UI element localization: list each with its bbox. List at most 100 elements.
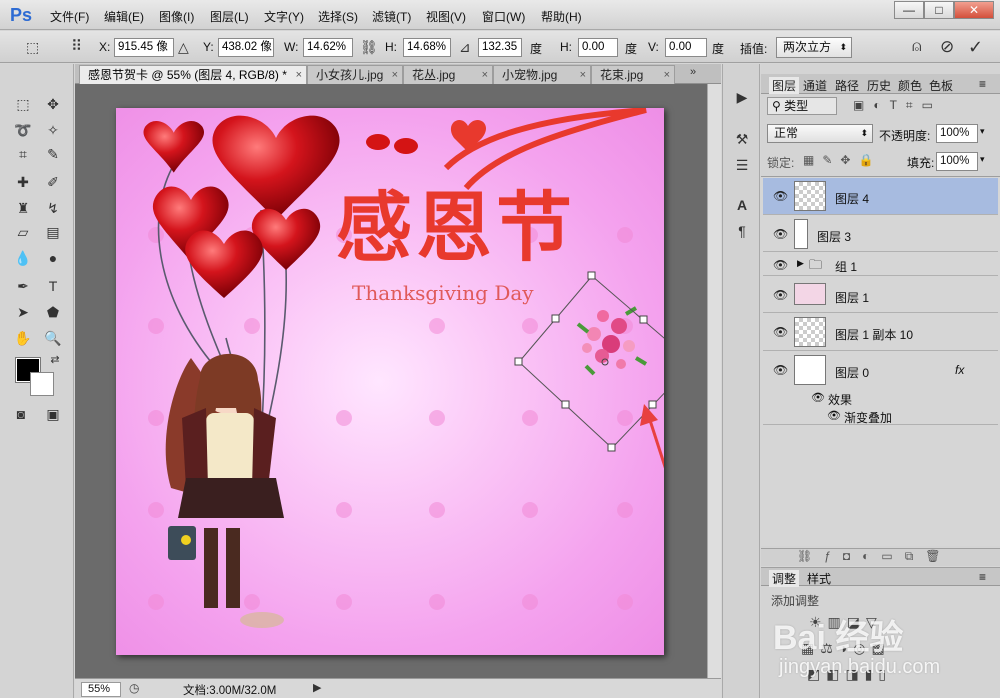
fill-field[interactable]: 100% xyxy=(936,152,978,171)
lock-icons[interactable]: ▦✎✥🔒 xyxy=(803,153,881,167)
brush-settings-icon[interactable]: ☰ xyxy=(731,154,753,176)
eraser-icon[interactable]: ▱ xyxy=(12,222,34,242)
healing-brush-icon[interactable]: ✚ xyxy=(12,172,34,192)
pen-tool-icon[interactable]: ✒ xyxy=(12,276,34,296)
menu-select[interactable]: 选择(S) xyxy=(318,8,358,25)
status-menu-arrow-icon[interactable]: ▶ xyxy=(313,681,321,694)
eye-icon[interactable]: 👁 xyxy=(811,391,825,404)
play-actions-icon[interactable]: ▶ xyxy=(731,86,753,108)
zoom-level[interactable]: 55% xyxy=(81,682,121,697)
magic-wand-icon[interactable]: ✧ xyxy=(42,120,64,140)
cancel-transform-icon[interactable]: ⊘ xyxy=(940,38,954,55)
marquee-tool-icon[interactable]: ⬚ xyxy=(12,94,34,114)
layer-row[interactable]: 👁 图层 4 xyxy=(763,178,998,215)
eye-icon[interactable]: 👁 xyxy=(773,227,788,241)
tab-styles[interactable]: 样式 xyxy=(807,570,831,587)
x-field[interactable]: 915.45 像 xyxy=(114,38,174,57)
eye-icon[interactable]: 👁 xyxy=(773,288,788,302)
close-button[interactable]: ✕ xyxy=(954,1,994,19)
reference-point-icon[interactable]: ⠿ xyxy=(71,39,82,55)
adjustment-icons[interactable]: ☀▥◪▽ xyxy=(809,614,883,631)
h-field[interactable]: 14.68% xyxy=(403,38,451,57)
eye-icon[interactable]: 👁 xyxy=(773,258,788,272)
doc-tab[interactable]: 花束.jpg × xyxy=(591,65,675,84)
layer-row[interactable]: 👁 ▶ 🗀 组 1 xyxy=(763,253,998,276)
layers-footer-icons[interactable]: ⛓ƒ◘◐▭⧉🗑 xyxy=(761,548,1000,566)
tab-history[interactable]: 历史 xyxy=(867,77,891,94)
angle-field[interactable]: 132.35 xyxy=(478,38,522,57)
dodge-tool-icon[interactable]: ● xyxy=(42,248,64,268)
tab-channels[interactable]: 通道 xyxy=(803,77,827,94)
menu-help[interactable]: 帮助(H) xyxy=(541,8,582,25)
chevron-down-icon[interactable]: ▾ xyxy=(980,126,985,137)
zoom-tool-icon[interactable]: 🔍 xyxy=(42,328,64,348)
hskew-field[interactable]: 0.00 xyxy=(578,38,618,57)
path-selection-icon[interactable]: ➤ xyxy=(12,302,34,322)
status-info-icon[interactable]: ◷ xyxy=(129,681,139,695)
minimize-button[interactable]: — xyxy=(894,1,924,19)
layer-row[interactable]: 👁 图层 1 副本 10 xyxy=(763,314,998,351)
menu-type[interactable]: 文字(Y) xyxy=(264,8,304,25)
close-tab-icon[interactable]: × xyxy=(392,66,398,84)
blend-mode-dropdown[interactable]: 正常 ⬍ xyxy=(767,124,873,143)
close-tab-icon[interactable]: × xyxy=(664,66,670,84)
menu-window[interactable]: 窗口(W) xyxy=(482,8,525,25)
canvas[interactable]: 感恩节 Thanksgiving Day xyxy=(116,108,664,655)
type-tool-icon[interactable]: T xyxy=(42,276,64,296)
transform-tool-icon[interactable]: ⬚ xyxy=(26,39,39,55)
menu-edit[interactable]: 编辑(E) xyxy=(104,8,144,25)
tab-layers[interactable]: 图层 xyxy=(769,77,800,94)
close-tab-icon[interactable]: × xyxy=(482,66,488,84)
commit-transform-icon[interactable]: ✓ xyxy=(968,38,983,56)
maximize-button[interactable]: □ xyxy=(924,1,954,19)
y-field[interactable]: 438.02 像 xyxy=(218,38,274,57)
layer-fx-badge[interactable]: fx xyxy=(955,363,964,377)
layer-row[interactable]: 👁 图层 3 xyxy=(763,216,998,252)
tab-paths[interactable]: 路径 xyxy=(835,77,859,94)
character-panel-icon[interactable]: A xyxy=(731,194,753,216)
panel-menu-icon[interactable]: ≡ xyxy=(979,570,986,584)
adjustment-icons[interactable]: ▦⚖◑◎▩ xyxy=(801,640,891,657)
vertical-scrollbar[interactable] xyxy=(707,84,721,678)
gradient-tool-icon[interactable]: ▤ xyxy=(42,222,64,242)
tab-adjustments[interactable]: 调整 xyxy=(769,570,800,587)
doc-tab[interactable]: 花丛.jpg × xyxy=(403,65,493,84)
flower-bouquet-layer[interactable] xyxy=(576,306,648,376)
panel-menu-icon[interactable]: ≡ xyxy=(979,77,986,91)
blur-tool-icon[interactable]: 💧 xyxy=(12,248,34,268)
warp-mode-icon[interactable]: ⍝ xyxy=(912,39,922,55)
swap-colors-icon[interactable]: ⇄ xyxy=(44,350,66,370)
eyedropper-icon[interactable]: ✎ xyxy=(42,144,64,164)
menu-view[interactable]: 视图(V) xyxy=(426,8,466,25)
doc-tab[interactable]: 小宠物.jpg × xyxy=(493,65,591,84)
crop-tool-icon[interactable]: ⌗ xyxy=(12,144,34,164)
paragraph-panel-icon[interactable]: ¶ xyxy=(731,220,753,242)
layer-filter-dropdown[interactable]: ⚲ 类型 xyxy=(767,97,837,115)
layer-row[interactable]: 👁 图层 1 xyxy=(763,277,998,313)
background-color-swatch[interactable] xyxy=(30,372,54,396)
close-tab-icon[interactable]: × xyxy=(580,66,586,84)
menu-filter[interactable]: 滤镜(T) xyxy=(372,8,411,25)
tabs-overflow-icon[interactable]: » xyxy=(690,66,696,78)
tab-color[interactable]: 颜色 xyxy=(898,77,922,94)
eye-icon[interactable]: 👁 xyxy=(773,189,788,203)
doc-tab-active[interactable]: 感恩节贺卡 @ 55% (图层 4, RGB/8) * × xyxy=(79,65,307,84)
quick-mask-icon[interactable]: ◙ xyxy=(10,404,32,424)
tool-presets-icon[interactable]: ⚒ xyxy=(731,128,753,150)
eye-icon[interactable]: 👁 xyxy=(827,409,841,422)
filter-icons[interactable]: ▣◐T⌗▭ xyxy=(853,98,942,113)
doc-tab[interactable]: 小女孩儿.jpg × xyxy=(307,65,403,84)
menu-layer[interactable]: 图层(L) xyxy=(210,8,249,25)
brush-tool-icon[interactable]: ✐ xyxy=(42,172,64,192)
eye-icon[interactable]: 👁 xyxy=(773,363,788,377)
link-icon[interactable]: ⛓ xyxy=(360,39,378,55)
w-field[interactable]: 14.62% xyxy=(303,38,353,57)
hand-tool-icon[interactable]: ✋ xyxy=(12,328,34,348)
close-tab-icon[interactable]: × xyxy=(296,66,302,84)
clone-stamp-icon[interactable]: ♜ xyxy=(12,198,34,218)
tab-swatches[interactable]: 色板 xyxy=(929,77,953,94)
expand-arrow-icon[interactable]: ▶ xyxy=(797,258,804,269)
history-brush-icon[interactable]: ↯ xyxy=(42,198,64,218)
adjustment-icons[interactable]: ◩◧◨▮▯ xyxy=(807,666,892,683)
screen-mode-icon[interactable]: ▣ xyxy=(42,404,64,424)
